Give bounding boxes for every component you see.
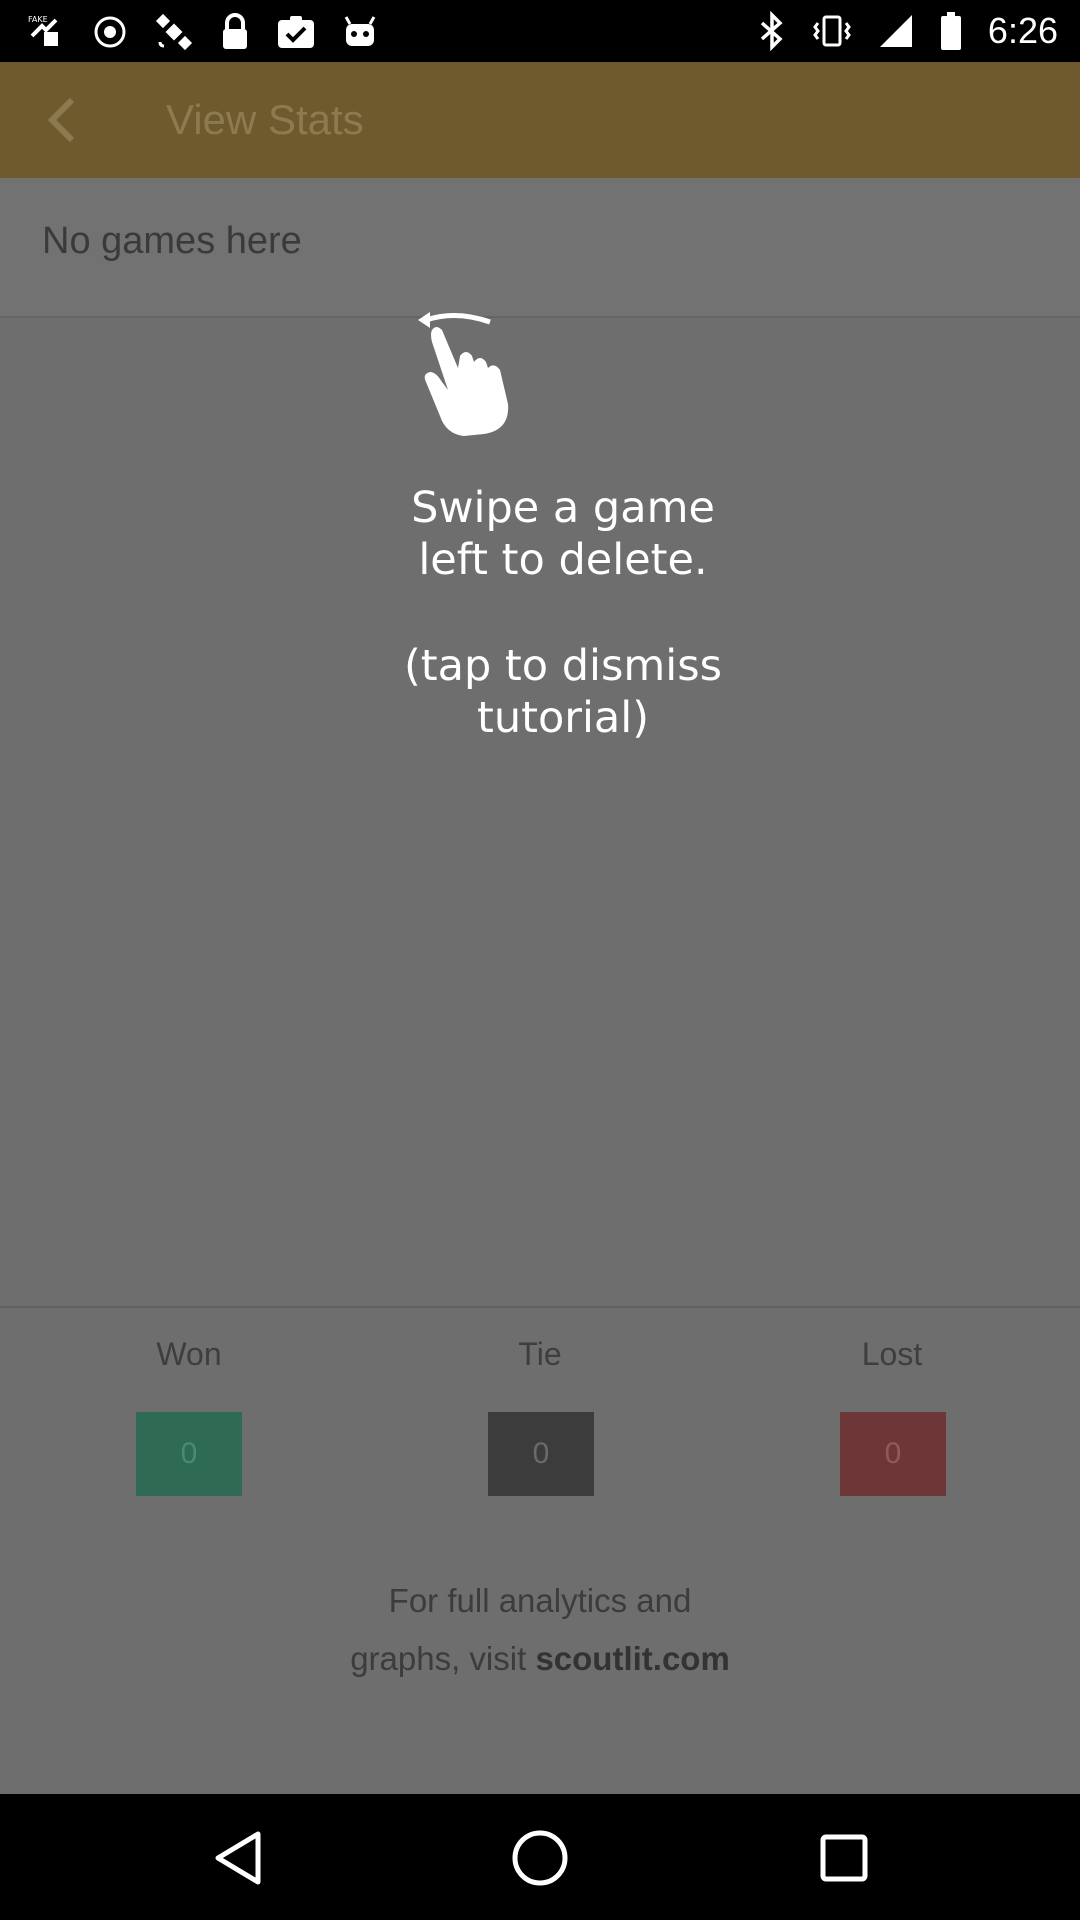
- sync-icon: [92, 14, 128, 50]
- tutorial-line-3: (tap to dismiss: [403, 641, 723, 691]
- home-circle-icon: [512, 1830, 568, 1886]
- task-check-icon: [276, 14, 316, 50]
- back-triangle-icon: [215, 1831, 261, 1885]
- swipe-hand-icon: [418, 312, 509, 436]
- fake-gps-icon: FAKE: [26, 12, 66, 52]
- lock-icon: [220, 13, 250, 51]
- tutorial-line-4: tutorial): [477, 693, 649, 743]
- nav-recents-button[interactable]: [812, 1826, 876, 1890]
- vibrate-icon: [812, 11, 852, 51]
- tutorial-overlay[interactable]: Swipe a game left to delete. (tap to dis…: [0, 62, 1080, 1794]
- battery-icon: [940, 11, 962, 51]
- status-bar: FAKE 6:26: [0, 0, 1080, 62]
- nav-back-button[interactable]: [206, 1826, 270, 1890]
- bluetooth-icon: [758, 11, 786, 51]
- notification-icons: FAKE: [26, 12, 378, 52]
- clock: 6:26: [987, 10, 1058, 51]
- nav-home-button[interactable]: [508, 1826, 572, 1890]
- tutorial-spacer: [340, 586, 786, 640]
- satellite-icon: [154, 12, 194, 52]
- android-icon: [342, 14, 378, 50]
- tutorial-line-2: left to delete.: [418, 535, 708, 585]
- recents-square-icon: [820, 1834, 868, 1882]
- tutorial-line-1: Swipe a game: [411, 483, 715, 533]
- system-icons: 6:26: [758, 10, 1058, 52]
- svg-text:FAKE: FAKE: [28, 15, 48, 24]
- navigation-bar: [0, 1794, 1080, 1920]
- tutorial-message: Swipe a game left to delete. (tap to dis…: [340, 482, 786, 744]
- signal-icon: [878, 13, 914, 49]
